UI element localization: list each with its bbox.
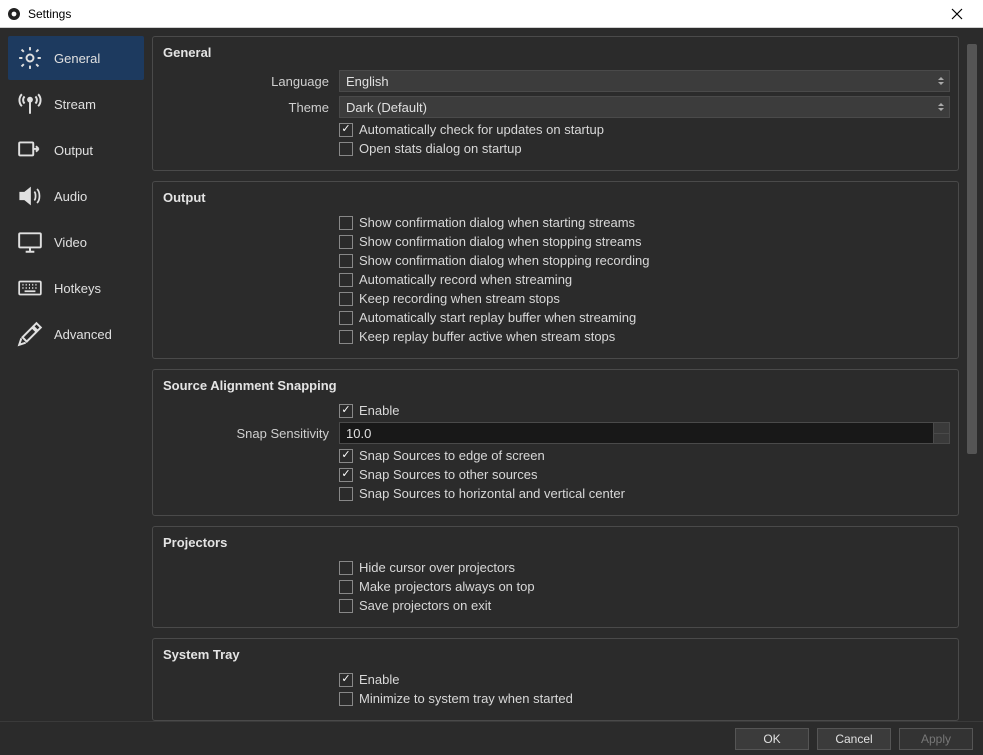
language-value: English: [346, 74, 389, 89]
group-snapping: Source Alignment Snapping Enable Snap Se…: [152, 369, 959, 516]
group-title: General: [153, 37, 958, 62]
save-exit-label[interactable]: Save projectors on exit: [359, 598, 491, 613]
snap-enable-label[interactable]: Enable: [359, 403, 399, 418]
group-general: General Language English Theme: [152, 36, 959, 171]
group-title: Projectors: [153, 527, 958, 552]
sidebar-item-stream[interactable]: Stream: [8, 82, 144, 126]
group-projectors: Projectors Hide cursor over projectors M…: [152, 526, 959, 628]
auto-update-label[interactable]: Automatically check for updates on start…: [359, 122, 604, 137]
always-top-checkbox[interactable]: [339, 580, 353, 594]
theme-label: Theme: [161, 100, 339, 115]
hide-cursor-checkbox[interactable]: [339, 561, 353, 575]
confirm-stop-recording-checkbox[interactable]: [339, 254, 353, 268]
close-icon: [951, 8, 963, 20]
group-title: Source Alignment Snapping: [153, 370, 958, 395]
tools-icon: [16, 320, 44, 348]
snap-edge-checkbox[interactable]: [339, 449, 353, 463]
confirm-start-stream-checkbox[interactable]: [339, 216, 353, 230]
open-stats-checkbox[interactable]: [339, 142, 353, 156]
auto-replay-checkbox[interactable]: [339, 311, 353, 325]
group-system-tray: System Tray Enable Minimize to system tr…: [152, 638, 959, 721]
snap-sensitivity-input[interactable]: 10.0: [339, 422, 950, 444]
scrollbar-thumb[interactable]: [967, 44, 977, 454]
confirm-stop-stream-checkbox[interactable]: [339, 235, 353, 249]
updown-icon: [933, 97, 949, 117]
keep-recording-label[interactable]: Keep recording when stream stops: [359, 291, 560, 306]
snap-other-label[interactable]: Snap Sources to other sources: [359, 467, 538, 482]
sidebar-item-label: Output: [54, 143, 93, 158]
sidebar-item-audio[interactable]: Audio: [8, 174, 144, 218]
theme-value: Dark (Default): [346, 100, 427, 115]
always-top-label[interactable]: Make projectors always on top: [359, 579, 535, 594]
speaker-icon: [16, 182, 44, 210]
tray-enable-checkbox[interactable]: [339, 673, 353, 687]
group-output: Output Show confirmation dialog when sta…: [152, 181, 959, 359]
language-combobox[interactable]: English: [339, 70, 950, 92]
snap-center-label[interactable]: Snap Sources to horizontal and vertical …: [359, 486, 625, 501]
sidebar-item-hotkeys[interactable]: Hotkeys: [8, 266, 144, 310]
auto-replay-label[interactable]: Automatically start replay buffer when s…: [359, 310, 636, 325]
group-title: System Tray: [153, 639, 958, 664]
snap-enable-checkbox[interactable]: [339, 404, 353, 418]
save-exit-checkbox[interactable]: [339, 599, 353, 613]
group-title: Output: [153, 182, 958, 207]
confirm-stop-recording-label[interactable]: Show confirmation dialog when stopping r…: [359, 253, 650, 268]
theme-combobox[interactable]: Dark (Default): [339, 96, 950, 118]
snap-other-checkbox[interactable]: [339, 468, 353, 482]
app-icon: [6, 6, 22, 22]
spin-down-button[interactable]: [933, 433, 949, 444]
sidebar-item-label: Video: [54, 235, 87, 250]
antenna-icon: [16, 90, 44, 118]
auto-update-checkbox[interactable]: [339, 123, 353, 137]
window-title: Settings: [28, 7, 71, 21]
sidebar-item-label: Hotkeys: [54, 281, 101, 296]
apply-button: Apply: [899, 728, 973, 750]
auto-record-checkbox[interactable]: [339, 273, 353, 287]
sidebar-item-label: Stream: [54, 97, 96, 112]
tray-enable-label[interactable]: Enable: [359, 672, 399, 687]
output-icon: [16, 136, 44, 164]
ok-button[interactable]: OK: [735, 728, 809, 750]
sidebar-item-label: Audio: [54, 189, 87, 204]
gear-icon: [16, 44, 44, 72]
snap-sensitivity-label: Snap Sensitivity: [161, 426, 339, 441]
keep-recording-checkbox[interactable]: [339, 292, 353, 306]
tray-minimize-label[interactable]: Minimize to system tray when started: [359, 691, 573, 706]
dialog-footer: OK Cancel Apply: [0, 721, 983, 755]
title-bar: Settings: [0, 0, 983, 28]
spin-up-button[interactable]: [933, 423, 949, 433]
language-label: Language: [161, 74, 339, 89]
settings-content: General Language English Theme: [152, 36, 961, 721]
updown-icon: [933, 71, 949, 91]
snap-edge-label[interactable]: Snap Sources to edge of screen: [359, 448, 545, 463]
sidebar-item-general[interactable]: General: [8, 36, 144, 80]
sidebar-item-advanced[interactable]: Advanced: [8, 312, 144, 356]
sidebar-item-video[interactable]: Video: [8, 220, 144, 264]
close-button[interactable]: [937, 0, 977, 28]
sidebar: General Stream Output Audio Video: [0, 28, 150, 721]
keep-replay-checkbox[interactable]: [339, 330, 353, 344]
keyboard-icon: [16, 274, 44, 302]
snap-center-checkbox[interactable]: [339, 487, 353, 501]
confirm-stop-stream-label[interactable]: Show confirmation dialog when stopping s…: [359, 234, 642, 249]
keep-replay-label[interactable]: Keep replay buffer active when stream st…: [359, 329, 615, 344]
scrollbar[interactable]: [965, 36, 979, 721]
cancel-button[interactable]: Cancel: [817, 728, 891, 750]
hide-cursor-label[interactable]: Hide cursor over projectors: [359, 560, 515, 575]
sidebar-item-output[interactable]: Output: [8, 128, 144, 172]
open-stats-label[interactable]: Open stats dialog on startup: [359, 141, 522, 156]
confirm-start-stream-label[interactable]: Show confirmation dialog when starting s…: [359, 215, 635, 230]
sidebar-item-label: Advanced: [54, 327, 112, 342]
tray-minimize-checkbox[interactable]: [339, 692, 353, 706]
sidebar-item-label: General: [54, 51, 100, 66]
snap-sensitivity-value: 10.0: [346, 426, 371, 441]
monitor-icon: [16, 228, 44, 256]
auto-record-label[interactable]: Automatically record when streaming: [359, 272, 572, 287]
